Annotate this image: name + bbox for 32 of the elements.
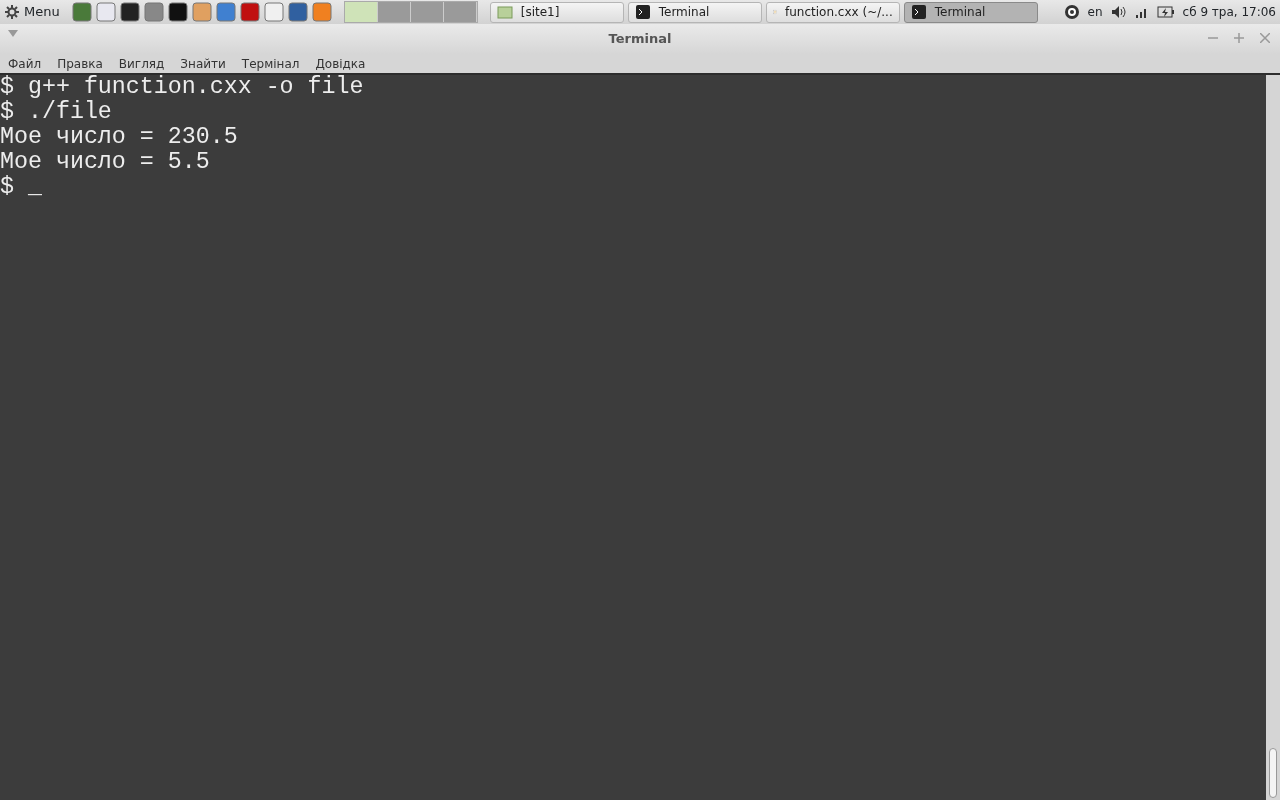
window-title: Terminal xyxy=(608,30,672,49)
workspace-button[interactable] xyxy=(443,2,477,22)
menu-button[interactable]: Menu xyxy=(4,2,60,22)
task-button[interactable]: Terminal xyxy=(627,1,762,23)
dropdown-arrow-icon[interactable] xyxy=(8,30,18,38)
volume-icon[interactable] xyxy=(1110,4,1127,20)
clock-text[interactable]: сб 9 тра, 17:06 xyxy=(1182,3,1276,21)
task-button[interactable]: Terminal xyxy=(903,1,1038,23)
close-icon[interactable] xyxy=(1260,33,1270,43)
scrollbar-thumb[interactable] xyxy=(1269,748,1277,798)
menu-item[interactable]: Довідка xyxy=(311,54,370,73)
scrollbar[interactable] xyxy=(1266,75,1280,800)
maximize-icon[interactable] xyxy=(1234,33,1244,43)
terminal-line: $ g++ function.cxx -o file xyxy=(0,75,364,100)
folder-icon xyxy=(496,4,513,20)
menu-item[interactable]: Правка xyxy=(53,54,107,73)
menu-item[interactable]: Файл xyxy=(4,54,46,73)
menu-item[interactable]: Термінал xyxy=(237,54,304,73)
terminal-line: Мое число = 230.5 xyxy=(0,125,238,150)
task-button[interactable]: [site1] xyxy=(489,1,624,23)
workspace-button[interactable] xyxy=(344,2,378,22)
menu-item[interactable]: Вигляд xyxy=(114,54,169,73)
terminal-line: Мое число = 5.5 xyxy=(0,150,210,175)
terminal-line: $ ./file xyxy=(0,100,112,125)
menu-item[interactable]: Знайти xyxy=(176,54,230,73)
keyboard-layout-indicator[interactable]: en xyxy=(1087,3,1103,21)
gear-icon xyxy=(4,4,20,20)
task-button[interactable]: function.cxx (~/... xyxy=(765,1,900,23)
battery-icon[interactable] xyxy=(1156,5,1175,19)
workspace-button[interactable] xyxy=(410,2,444,22)
workspace-button[interactable] xyxy=(377,2,411,22)
terminal-line: $ _ xyxy=(0,175,42,200)
